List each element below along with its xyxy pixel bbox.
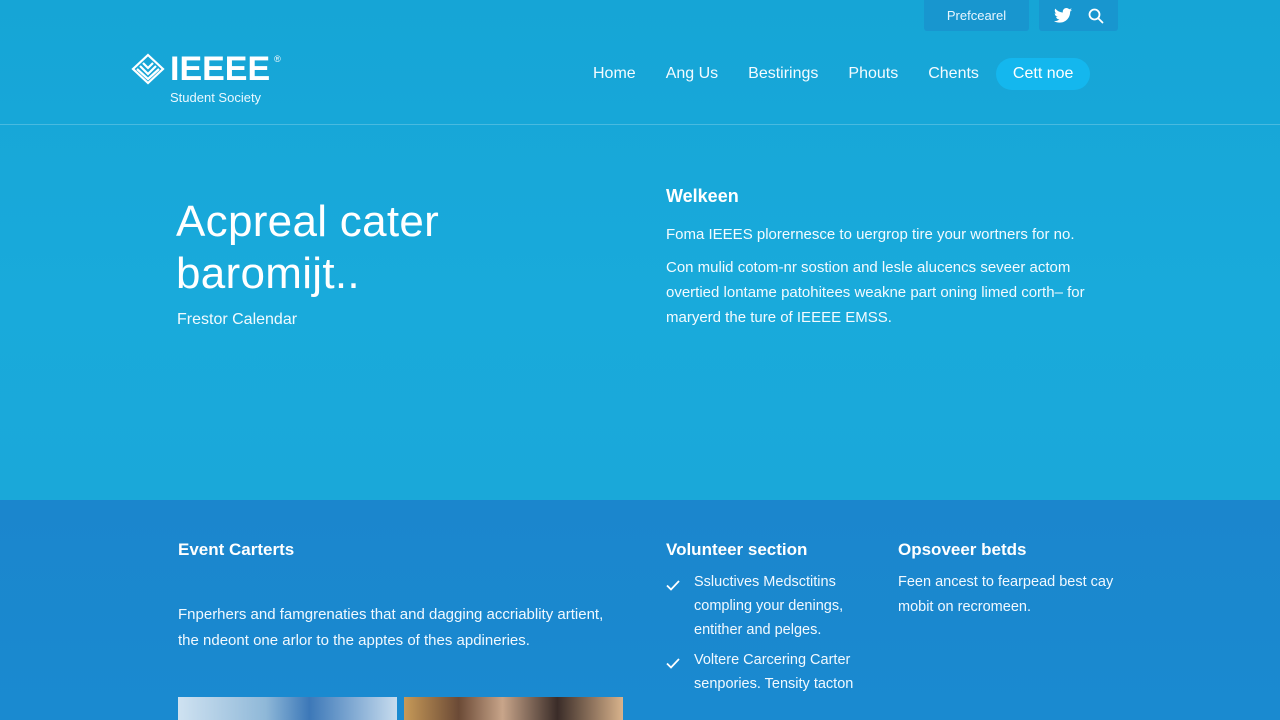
hero-section: Prefcearel IEEEE ® Student Society Home …: [0, 0, 1280, 500]
registered-mark: ®: [274, 54, 281, 64]
hero-subtitle-link[interactable]: Frestor Calendar: [177, 311, 297, 329]
checkmark-icon: [666, 648, 682, 696]
checkmark-icon: [666, 570, 682, 642]
nav-item-phouts[interactable]: Phouts: [833, 57, 913, 91]
main-nav: Home Ang Us Bestirings Phouts Chents Cet…: [578, 57, 1091, 91]
events-column: Event Carterts Fnperhers and famgrenatie…: [178, 540, 628, 654]
volunteer-heading: Volunteer section: [666, 540, 808, 559]
events-heading: Event Carterts: [178, 540, 295, 559]
twitter-icon[interactable]: [1053, 8, 1072, 23]
list-item-text: Voltere Carcering Carter senpories. Tens…: [694, 652, 854, 692]
observer-body: Feen ancest to fearpead best cay mobit o…: [898, 574, 1114, 615]
hero-title: Acpreal cater baromijt..: [176, 197, 440, 298]
event-photo-thumbnail[interactable]: [178, 697, 397, 720]
nav-item-bestirings[interactable]: Bestirings: [733, 57, 833, 91]
contact-button[interactable]: Cett noe: [995, 58, 1091, 90]
observer-heading: Opsoveer betds: [898, 540, 1027, 559]
observer-column: Opsoveer betds Feen ancest to fearpead b…: [898, 540, 1128, 620]
list-item: Ssluctives Medsctitins compling your den…: [666, 570, 876, 642]
search-icon[interactable]: [1088, 8, 1104, 24]
preferences-button[interactable]: Prefcearel: [924, 0, 1029, 31]
group-photo-thumbnail[interactable]: [404, 697, 623, 720]
brand-logo[interactable]: IEEEE ® Student Society: [130, 52, 281, 105]
utility-bar: Prefcearel: [924, 0, 1118, 31]
header-divider: [0, 124, 1280, 125]
brand-subtitle: Student Society: [170, 90, 262, 105]
welcome-heading: Welkeen: [666, 186, 739, 206]
nav-item-about[interactable]: Ang Us: [651, 57, 733, 91]
social-search-group: [1039, 0, 1118, 31]
events-body: Fnperhers and famgrenaties that and dagg…: [178, 606, 604, 649]
welcome-block: Welkeen Foma IEEES plorernesce to uergro…: [666, 186, 1116, 330]
ieee-diamond-logo-icon: [130, 52, 166, 86]
brand-name: IEEEE: [170, 50, 271, 88]
volunteer-column: Volunteer section Ssluctives Medsctitins…: [666, 540, 876, 696]
welcome-paragraph-2: Con mulid cotom-nr sostion and lesle alu…: [666, 259, 1085, 326]
volunteer-list: Ssluctives Medsctitins compling your den…: [666, 570, 876, 696]
list-item: Voltere Carcering Carter senpories. Tens…: [666, 648, 876, 696]
welcome-paragraph-1: Foma IEEES plorernesce to uergrop tire y…: [666, 226, 1075, 243]
info-section: Event Carterts Fnperhers and famgrenatie…: [0, 500, 1280, 720]
nav-item-chents[interactable]: Chents: [913, 57, 994, 91]
nav-item-home[interactable]: Home: [578, 57, 651, 91]
list-item-text: Ssluctives Medsctitins compling your den…: [694, 574, 844, 638]
